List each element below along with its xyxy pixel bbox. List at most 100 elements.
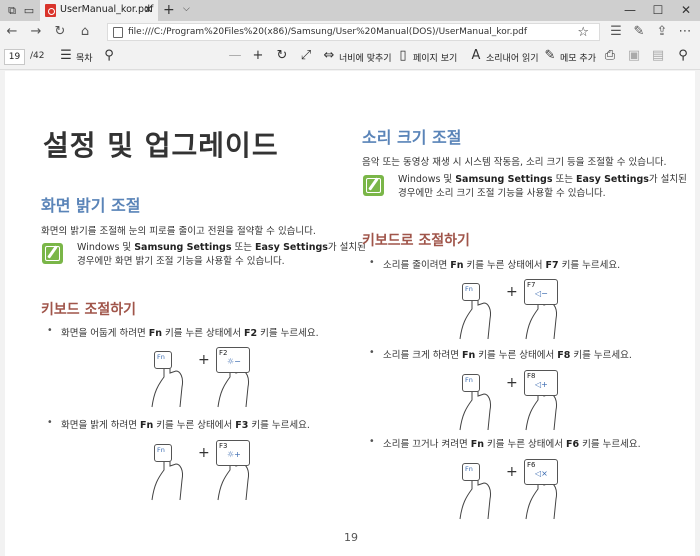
tab-actions-icon[interactable]: ⧉ [5, 4, 19, 17]
page-footer-number: 19 [344, 531, 358, 544]
item-key: Fn [450, 260, 464, 271]
tab-title: UserManual_kor.pdf [60, 4, 154, 15]
fit-width-button[interactable]: 너비에 맞추기 [339, 51, 392, 64]
zoom-in-icon[interactable]: + [250, 48, 266, 63]
item-text: 키를 누른 상태에서 [463, 260, 546, 271]
chevron-down-icon[interactable]: ⌵ [183, 4, 190, 14]
item-key: F8 [557, 350, 571, 361]
keyboard-illustration: Fn + F2 ☼− [150, 347, 270, 408]
fit-width-icon[interactable]: ⇔ [321, 48, 337, 63]
save-icon[interactable]: ▣ [626, 48, 642, 63]
pen-icon[interactable]: ✎ [631, 24, 647, 39]
plus-sign: + [198, 445, 210, 461]
keyboard-illustration: Fn + F6 ◁× [458, 459, 578, 520]
fn-key: Fn [462, 283, 480, 301]
brightness-note: Windows 및 Samsung Settings 또는 Easy Setti… [77, 241, 366, 269]
zoom-out-icon[interactable]: — [227, 48, 243, 63]
page-title: 설정 및 업그레이드 [43, 129, 279, 162]
rotate-icon[interactable]: ↻ [274, 48, 290, 63]
pdf-toolbar: 19 /42 ☰ 목차 ⚲ — + ↻ ⤢ ⇔ 너비에 맞추기 ▯ 페이지 보기… [0, 44, 700, 70]
toc-button[interactable]: 목차 [76, 51, 93, 64]
search-icon[interactable]: ⚲ [101, 48, 117, 63]
more-icon[interactable]: ⋯ [677, 24, 693, 39]
pin-icon[interactable]: ⚲ [675, 48, 691, 63]
note-bold: Samsung Settings [134, 242, 232, 253]
page-total: /42 [30, 51, 45, 61]
fn-key: Fn [462, 463, 480, 481]
item-text: 소리를 끄거나 켜려면 [383, 439, 471, 450]
list-item: 소리를 끄거나 켜려면 Fn 키를 누른 상태에서 F6 키를 누르세요. [369, 436, 641, 450]
page-view-button[interactable]: 페이지 보기 [413, 51, 457, 64]
note-text: 경우에만 화면 밝기 조절 기능을 사용할 수 있습니다. [77, 256, 285, 267]
list-item: 화면을 어둡게 하려면 Fn 키를 누른 상태에서 F2 키를 누르세요. [47, 325, 319, 339]
page-view-icon[interactable]: ▯ [395, 48, 411, 63]
plus-sign: + [506, 375, 518, 391]
item-text: 소리를 줄이려면 [383, 260, 451, 271]
item-text: 화면을 밝게 하려면 [61, 420, 140, 431]
item-key: F2 [244, 328, 258, 339]
navigation-bar: ← → ↻ ⌂ file:///C:/Program%20Files%20(x8… [0, 21, 700, 43]
volume-heading: 소리 크기 조절 [362, 128, 462, 147]
back-icon[interactable]: ← [4, 24, 20, 39]
refresh-icon[interactable]: ↻ [52, 24, 68, 39]
close-window-icon[interactable]: ✕ [676, 3, 696, 17]
plus-sign: + [506, 464, 518, 480]
volume-down-icon: ◁− [535, 289, 548, 298]
url-text: file:///C:/Program%20Files%20(x86)/Samsu… [128, 27, 528, 37]
fn-key: Fn [154, 351, 172, 369]
page-number-input[interactable]: 19 [4, 49, 25, 65]
note-icon [363, 175, 384, 196]
print-icon[interactable]: ⎙ [602, 48, 618, 63]
note-icon [42, 243, 63, 264]
favorites-icon[interactable]: ☰ [608, 24, 624, 39]
pdf-icon [45, 4, 56, 17]
minimize-icon[interactable]: — [620, 3, 640, 17]
note-pen-icon[interactable]: ✎ [542, 48, 558, 63]
home-icon[interactable]: ⌂ [77, 24, 93, 39]
volume-up-icon: ◁+ [535, 380, 548, 389]
key-label: F6 [527, 461, 536, 469]
note-text: 또는 [552, 174, 577, 185]
maximize-icon[interactable]: ☐ [648, 3, 668, 17]
brightness-down-icon: ☼− [227, 357, 241, 366]
plus-sign: + [506, 284, 518, 300]
item-text: 키를 누르세요. [248, 420, 310, 431]
address-bar[interactable]: file:///C:/Program%20Files%20(x86)/Samsu… [107, 23, 600, 41]
item-text: 키를 누르세요. [579, 439, 641, 450]
fn-key: Fn [462, 374, 480, 392]
note-text: 또는 [231, 242, 256, 253]
f6-key: F6 ◁× [524, 459, 558, 485]
brightness-kb-heading: 키보드 조절하기 [41, 302, 137, 318]
item-key: Fn [139, 420, 154, 431]
toc-icon[interactable]: ☰ [58, 48, 74, 63]
f2-key: F2 ☼− [216, 347, 250, 373]
tab-preview-icon[interactable]: ▭ [22, 4, 36, 17]
fullscreen-icon[interactable]: ⤢ [298, 48, 314, 63]
favorite-star-icon[interactable]: ☆ [577, 25, 589, 40]
new-tab-icon[interactable]: + [163, 2, 175, 18]
read-aloud-icon[interactable]: A [468, 48, 484, 63]
forward-icon[interactable]: → [28, 24, 44, 39]
brightness-heading: 화면 밝기 조절 [41, 196, 141, 215]
key-label: F2 [219, 349, 228, 357]
read-aloud-button[interactable]: 소리내어 읽기 [486, 51, 539, 64]
share-icon[interactable]: ⇪ [654, 24, 670, 39]
note-text: 경우에만 소리 크기 조절 기능을 사용할 수 있습니다. [398, 188, 606, 199]
list-item: 화면을 밝게 하려면 Fn 키를 누른 상태에서 F3 키를 누르세요. [47, 417, 310, 431]
add-note-button[interactable]: 메모 추가 [560, 51, 596, 64]
note-text: 가 설치된 [327, 242, 366, 253]
save-as-icon[interactable]: ▤ [650, 48, 666, 63]
item-text: 키를 누르세요. [558, 260, 621, 271]
pdf-page: 설정 및 업그레이드 화면 밝기 조절 화면의 밝기를 조절해 눈의 피로를 줄… [5, 71, 695, 556]
item-text: 키를 누른 상태에서 [475, 350, 558, 361]
item-text: 소리를 크게 하려면 [383, 350, 462, 361]
note-bold: Samsung Settings [455, 174, 553, 185]
volume-intro: 음악 또는 동영상 재생 시 시스템 작동음, 소리 크기 등을 조절할 수 있… [362, 157, 667, 168]
brightness-intro: 화면의 밝기를 조절해 눈의 피로를 줄이고 전원을 절약할 수 있습니다. [41, 226, 316, 237]
close-tab-icon[interactable]: ✕ [144, 3, 153, 16]
fn-key: Fn [154, 444, 172, 462]
note-bold: Easy Settings [255, 242, 328, 253]
item-key: Fn [470, 439, 484, 450]
tab-pdf[interactable]: UserManual_kor.pdf ✕ [40, 0, 158, 21]
keyboard-illustration: Fn + F8 ◁+ [458, 370, 578, 431]
